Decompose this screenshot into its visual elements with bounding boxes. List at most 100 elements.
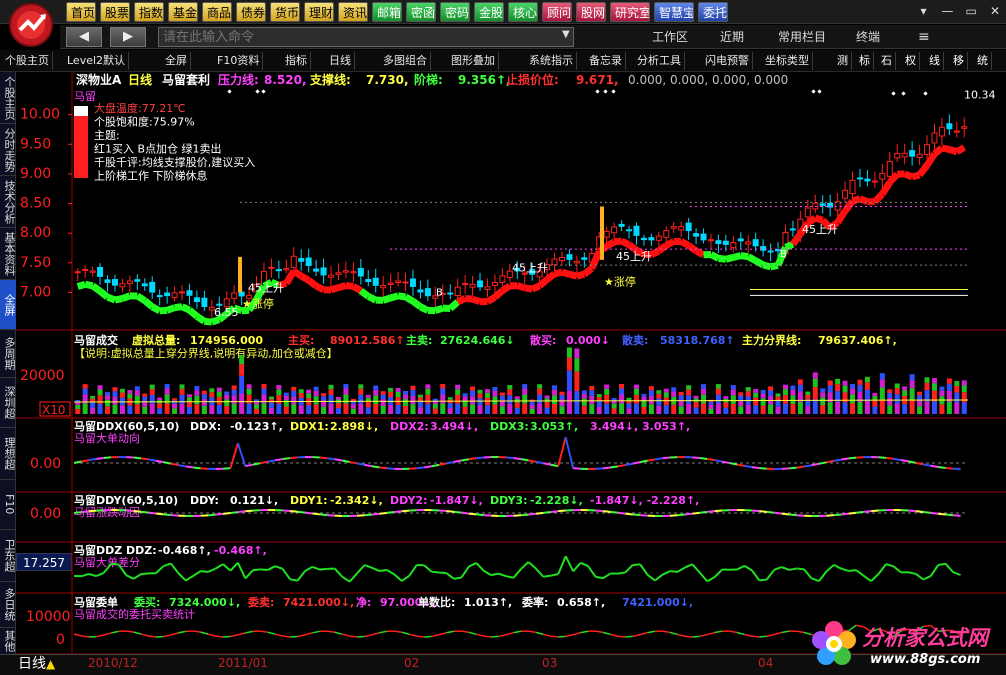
- function-tab[interactable]: 系统指示: [526, 52, 577, 70]
- volume-bar: [403, 405, 409, 414]
- menu-icon[interactable]: ≡: [918, 28, 930, 46]
- volume-bar: [574, 391, 580, 414]
- ddz-line: [207, 567, 216, 573]
- function-tab[interactable]: 测: [834, 52, 852, 70]
- ddz-line: [289, 578, 298, 582]
- function-tab[interactable]: 指标: [282, 52, 311, 70]
- menu-button[interactable]: 基金: [168, 2, 198, 22]
- menu-button[interactable]: 商品: [202, 2, 232, 22]
- candle-body: [581, 257, 588, 260]
- signal-marker: [261, 89, 266, 94]
- ddz-line: [908, 571, 917, 575]
- orders-line: [103, 632, 112, 636]
- minimize-icon[interactable]: —: [938, 3, 956, 20]
- trend-ribbon: [858, 195, 869, 205]
- function-tab[interactable]: 统: [974, 52, 992, 70]
- common-column-dropdown[interactable]: 常用栏目: [778, 28, 826, 46]
- maximize-icon[interactable]: ▭: [962, 3, 980, 20]
- ddz-line: [587, 565, 597, 578]
- menu-button[interactable]: 研究室: [610, 2, 650, 22]
- menu-button[interactable]: 债券: [236, 2, 266, 22]
- menu-button[interactable]: 金股: [474, 2, 504, 22]
- volume-bar: [671, 387, 677, 392]
- candle-body: [566, 254, 573, 260]
- chevron-down-icon[interactable]: ▼: [562, 29, 570, 40]
- volume-bar: [328, 395, 334, 404]
- function-tab[interactable]: 分析工具: [634, 52, 685, 70]
- function-tab[interactable]: 石: [878, 52, 896, 70]
- volume-bar: [313, 404, 319, 414]
- menu-button[interactable]: 首页: [66, 2, 96, 22]
- menu-button[interactable]: 智慧宝: [654, 2, 694, 22]
- volume-bar: [753, 397, 759, 406]
- volume-bar: [954, 392, 960, 403]
- recent-dropdown[interactable]: 近期: [720, 28, 744, 46]
- function-tab[interactable]: 个股主页: [2, 52, 53, 70]
- function-tab[interactable]: 移: [950, 52, 968, 70]
- candle-body: [97, 267, 104, 277]
- ddy-line: [774, 511, 782, 515]
- back-button[interactable]: ◀: [66, 27, 102, 47]
- menu-button[interactable]: 货币: [270, 2, 300, 22]
- function-tab[interactable]: 线: [926, 52, 944, 70]
- menu-button[interactable]: 顾问: [542, 2, 572, 22]
- volume-bar: [827, 380, 833, 386]
- volume-bar: [119, 392, 125, 398]
- ddx-line: [640, 459, 648, 464]
- volume-bar: [105, 392, 111, 396]
- function-tab[interactable]: F10资料: [214, 52, 264, 70]
- menu-button[interactable]: 密码: [440, 2, 470, 22]
- menu-button[interactable]: 股票: [100, 2, 130, 22]
- ddx-line: [267, 459, 276, 463]
- function-tab[interactable]: 标: [856, 52, 874, 70]
- volume-bar: [134, 390, 140, 396]
- function-tab[interactable]: 闪电预警: [702, 52, 753, 70]
- command-input[interactable]: [158, 27, 574, 47]
- function-tab[interactable]: 多图组合: [380, 52, 431, 70]
- stock-chart[interactable]: 深物业A 日线 马留套利 压力线: 8.520, 支撑线: 7.730, 阶梯: 9.356↑,…: [0, 72, 1006, 654]
- menu-button[interactable]: 股网: [576, 2, 606, 22]
- volume-bar: [872, 400, 878, 407]
- terminal-dropdown[interactable]: 终端: [856, 28, 880, 46]
- function-tab[interactable]: 全屏: [162, 52, 191, 70]
- menu-button[interactable]: 指数: [134, 2, 164, 22]
- volume-bar: [678, 395, 684, 400]
- orders-value: 7421.000↓,: [283, 596, 354, 609]
- menu-button[interactable]: 邮箱: [372, 2, 402, 22]
- dropdown-icon[interactable]: ▾: [915, 3, 933, 20]
- volume-bar: [380, 391, 386, 395]
- menu-button[interactable]: 资讯: [338, 2, 368, 22]
- forward-button[interactable]: ▶: [110, 27, 146, 47]
- function-tab[interactable]: 权: [902, 52, 920, 70]
- function-tab[interactable]: Level2默认: [64, 52, 130, 70]
- volume-bar: [499, 395, 505, 401]
- volume-bar: [291, 386, 297, 391]
- menu-button[interactable]: 委托: [698, 2, 728, 22]
- menu-button[interactable]: 密函: [406, 2, 436, 22]
- candle-body: [931, 132, 938, 144]
- volume-bar: [768, 386, 774, 391]
- function-tab[interactable]: 日线: [326, 52, 355, 70]
- volume-bar: [499, 406, 505, 414]
- workspace-dropdown[interactable]: 工作区: [652, 28, 688, 46]
- period-selector[interactable]: 日线▲: [18, 656, 55, 672]
- function-tab[interactable]: 备忘录: [586, 52, 626, 70]
- close-icon[interactable]: ✕: [986, 3, 1004, 20]
- ddz-line: [572, 562, 582, 573]
- rise-label: 45上升: [512, 262, 548, 275]
- ddy-line: [707, 510, 715, 513]
- volume-bar: [760, 389, 766, 394]
- volume-bar: [723, 407, 729, 414]
- volume-bar: [864, 376, 870, 383]
- trend-ribbon: [456, 295, 467, 306]
- function-tab[interactable]: 坐标类型: [762, 52, 813, 70]
- menu-button[interactable]: 理财: [304, 2, 334, 22]
- volume-bar: [775, 400, 781, 407]
- app-logo-icon[interactable]: [2, 0, 60, 50]
- menu-button[interactable]: 核心: [508, 2, 538, 22]
- volume-title: 马留成交: [74, 333, 118, 347]
- volume-bar: [537, 403, 543, 414]
- ddz-line: [505, 575, 514, 579]
- orders-line: [692, 635, 700, 638]
- function-tab[interactable]: 图形叠加: [448, 52, 499, 70]
